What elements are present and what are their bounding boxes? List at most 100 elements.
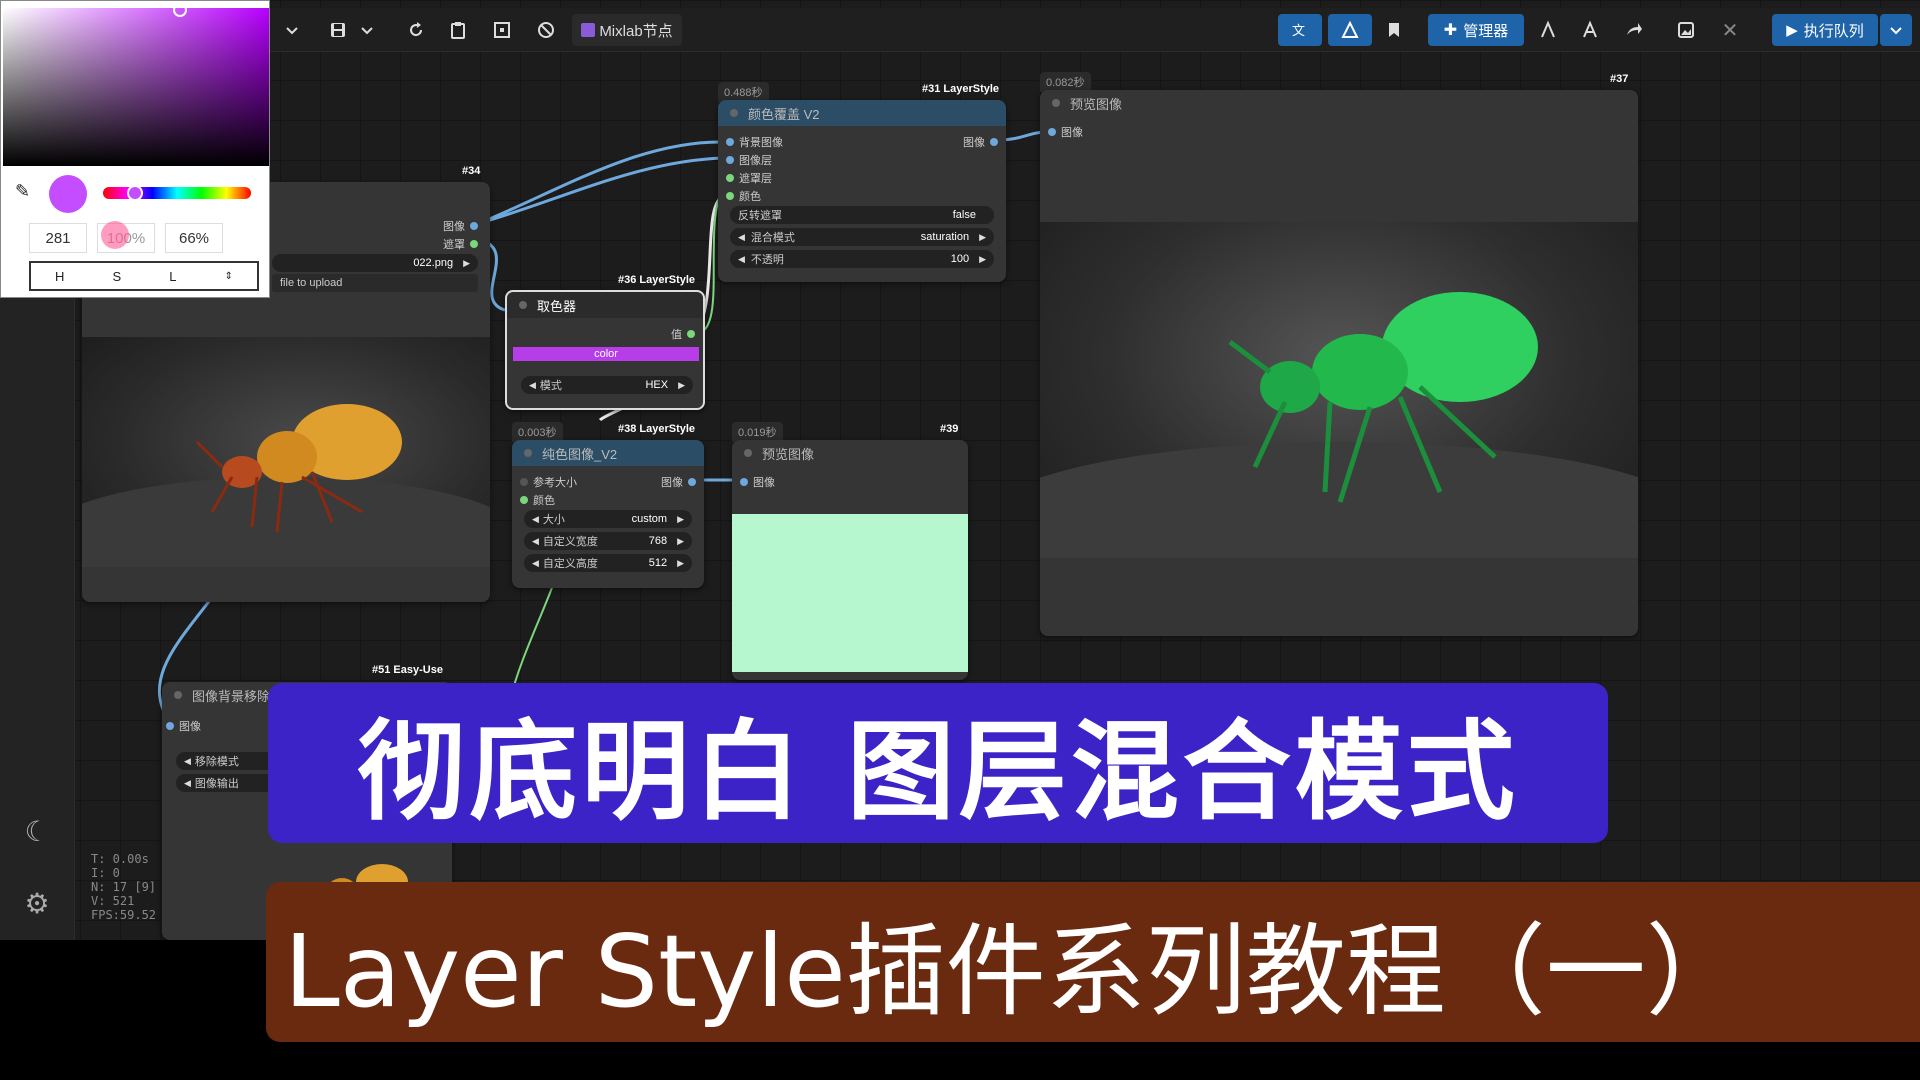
arrow-right-icon[interactable]: ▶ (463, 258, 470, 269)
input-dot[interactable] (726, 138, 734, 146)
mixlab-nodes-button[interactable]: Mixlab节点 (572, 14, 682, 46)
arrow-left-icon[interactable]: ◀ (529, 380, 536, 391)
arrow-left-icon[interactable]: ◀ (532, 514, 539, 525)
save-menu-chevron-icon[interactable] (354, 14, 380, 46)
output-dot[interactable] (688, 478, 696, 486)
input-dot[interactable] (1048, 128, 1056, 136)
lightness-field[interactable]: 66% (165, 223, 223, 253)
chevron-down-icon[interactable] (278, 14, 306, 46)
color-mode-toggle[interactable]: H S L ⇕ (29, 261, 259, 291)
node36-output-value[interactable]: 值 (671, 326, 695, 342)
dark-mode-icon[interactable]: ☾ (16, 810, 58, 852)
node39-header[interactable]: 预览图像 (732, 440, 968, 466)
node38-in1-label: 参考大小 (533, 477, 577, 489)
node34-output-image[interactable]: 图像 (443, 218, 478, 234)
node51-input-image[interactable]: 图像 (166, 718, 201, 734)
node31-header[interactable]: 颜色覆盖 V2 (718, 100, 1006, 126)
node31-input-mask[interactable]: 遮罩层 (726, 170, 772, 186)
bookmark-icon[interactable] (1378, 14, 1410, 46)
output-dot[interactable] (470, 222, 478, 230)
hue-field[interactable]: 281 (29, 223, 87, 253)
refresh-icon[interactable] (400, 14, 432, 46)
node34-file-select[interactable]: 022.png ▶ (272, 254, 478, 272)
node31-blend-mode-select[interactable]: ◀ 混合模式 saturation ▶ (730, 228, 994, 246)
queue-menu-chevron-icon[interactable] (1880, 14, 1912, 46)
node36-color-swatch[interactable]: color (513, 347, 699, 361)
node38-input-color[interactable]: 颜色 (520, 492, 555, 508)
settings-gear-icon[interactable]: ⚙ (16, 882, 58, 924)
input-dot[interactable] (740, 478, 748, 486)
node39-input-image[interactable]: 图像 (740, 474, 775, 490)
node31-input-layer[interactable]: 图像层 (726, 152, 772, 168)
node38-height-input[interactable]: ◀ 自定义高度 512 ▶ (524, 554, 692, 572)
output-dot[interactable] (470, 240, 478, 248)
model-icon[interactable] (1328, 14, 1372, 46)
eyedropper-icon[interactable]: ✎ (15, 181, 30, 202)
share-b-icon[interactable] (1574, 14, 1606, 46)
input-dot[interactable] (726, 174, 734, 182)
arrow-right-icon[interactable]: ▶ (979, 254, 986, 265)
play-icon: ▶ (1786, 22, 1798, 39)
render-stats: T: 0.00s I: 0 N: 17 [9] V: 521 FPS:59.52 (91, 852, 156, 922)
input-dot[interactable] (520, 496, 528, 504)
node38-output-image[interactable]: 图像 (661, 474, 696, 490)
input-dot[interactable] (726, 192, 734, 200)
arrow-right-icon[interactable]: ▶ (677, 536, 684, 547)
node-color-picker[interactable]: 取色器 值 color ◀ 模式 HEX ▶ (505, 290, 705, 410)
node34-upload-button[interactable]: file to upload (272, 274, 478, 292)
share-icon[interactable] (1618, 14, 1650, 46)
node31-invert-mask-toggle[interactable]: 反转遮罩 false (730, 206, 994, 224)
manager-button[interactable]: ✚ 管理器 (1428, 14, 1524, 46)
node38-input-size[interactable]: 参考大小 (520, 474, 577, 490)
node34-upload-label: file to upload (280, 277, 343, 289)
hue-slider[interactable] (103, 187, 251, 199)
input-dot[interactable] (520, 478, 528, 486)
close-icon[interactable]: ✕ (1714, 14, 1746, 46)
arrow-right-icon[interactable]: ▶ (677, 558, 684, 569)
node31-input-bg[interactable]: 背景图像 (726, 134, 783, 150)
share-a-icon[interactable] (1532, 14, 1564, 46)
color-swatch (49, 175, 87, 213)
input-dot[interactable] (726, 156, 734, 164)
gallery-icon[interactable] (1670, 14, 1702, 46)
block-icon[interactable] (530, 14, 562, 46)
arrow-right-icon[interactable]: ▶ (677, 514, 684, 525)
node31-opacity-input[interactable]: ◀ 不透明 100 ▶ (730, 250, 994, 268)
node38-size-select[interactable]: ◀ 大小 custom ▶ (524, 510, 692, 528)
hue-handle[interactable] (127, 185, 143, 201)
node37-input-image[interactable]: 图像 (1048, 124, 1083, 140)
arrow-left-icon[interactable]: ◀ (532, 558, 539, 569)
node31-input-color[interactable]: 颜色 (726, 188, 761, 204)
clipboard-icon[interactable] (442, 14, 474, 46)
node-preview-image-large[interactable]: 预览图像 图像 (1040, 90, 1638, 636)
queue-button[interactable]: ▶ 执行队列 (1772, 14, 1878, 46)
save-icon[interactable] (322, 14, 354, 46)
node34-output-mask[interactable]: 遮罩 (443, 236, 478, 252)
node-solid-image[interactable]: 纯色图像_V2 参考大小 颜色 图像 ◀ 大小 custom ▶ ◀ 自定义宽度 768 ▶… (512, 440, 704, 588)
node31-output-image[interactable]: 图像 (963, 134, 998, 150)
saturation-value-area[interactable] (3, 8, 269, 166)
sv-handle[interactable] (173, 3, 187, 17)
arrow-left-icon[interactable]: ◀ (738, 232, 745, 243)
arrow-left-icon[interactable]: ◀ (184, 778, 191, 789)
output-dot[interactable] (990, 138, 998, 146)
arrow-left-icon[interactable]: ◀ (532, 536, 539, 547)
translate-icon[interactable]: 文 (1278, 14, 1322, 46)
node37-header[interactable]: 预览图像 (1040, 90, 1638, 116)
node31-in2-label: 图像层 (739, 155, 772, 167)
node38-width-input[interactable]: ◀ 自定义宽度 768 ▶ (524, 532, 692, 550)
node34-tag: #34 (462, 165, 481, 177)
arrow-left-icon[interactable]: ◀ (184, 756, 191, 767)
arrow-right-icon[interactable]: ▶ (678, 380, 685, 391)
node36-mode-select[interactable]: ◀ 模式 HEX ▶ (521, 376, 693, 394)
fit-view-icon[interactable] (486, 14, 518, 46)
node-color-overlay[interactable]: 颜色覆盖 V2 背景图像 图像层 遮罩层 颜色 图像 反转遮罩 false ◀ 混合… (718, 100, 1006, 282)
arrow-left-icon[interactable]: ◀ (738, 254, 745, 265)
node38-header[interactable]: 纯色图像_V2 (512, 440, 704, 466)
node-preview-image-small[interactable]: 预览图像 图像 (732, 440, 968, 680)
output-dot[interactable] (687, 330, 695, 338)
node36-header[interactable]: 取色器 (507, 292, 703, 318)
input-dot[interactable] (166, 722, 174, 730)
node38-w3-value: 512 (648, 557, 668, 569)
arrow-right-icon[interactable]: ▶ (979, 232, 986, 243)
